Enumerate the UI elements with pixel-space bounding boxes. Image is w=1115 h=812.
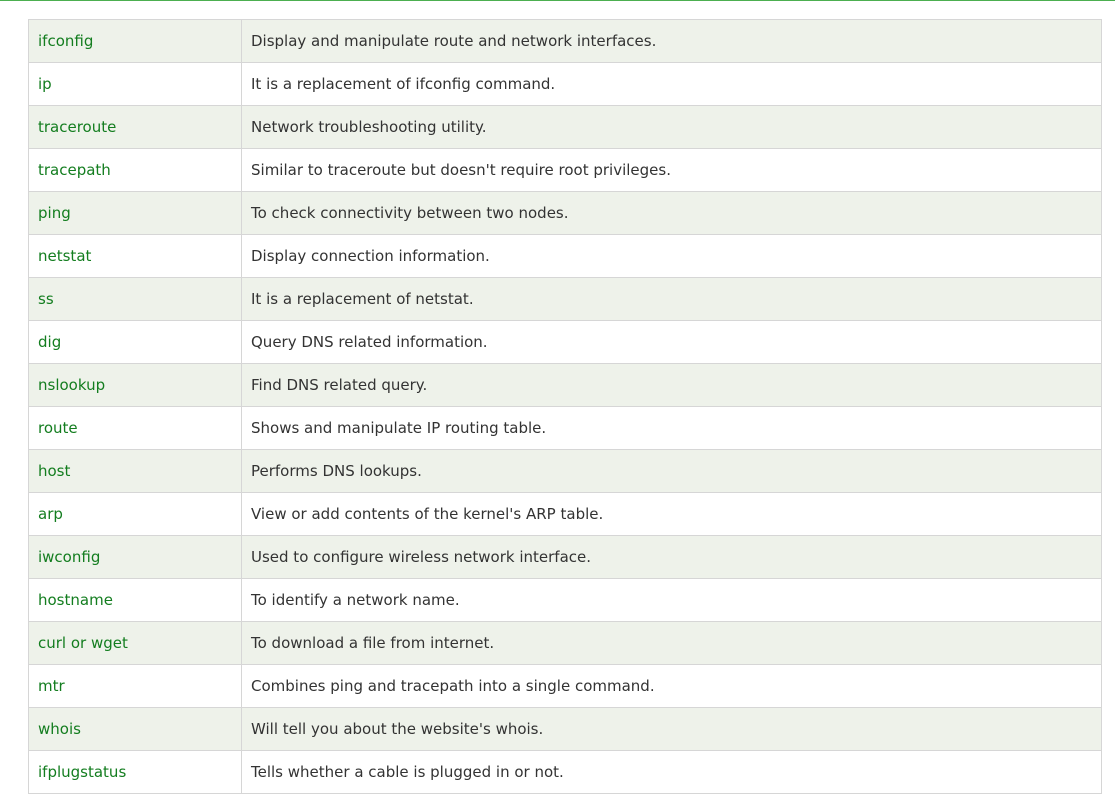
- command-cell: host: [28, 449, 242, 493]
- command-cell: nslookup: [28, 363, 242, 407]
- description-cell: Tells whether a cable is plugged in or n…: [241, 750, 1102, 794]
- description-cell: Combines ping and tracepath into a singl…: [241, 664, 1102, 708]
- command-cell: arp: [28, 492, 242, 536]
- table-row: hostname To identify a network name.: [28, 578, 1102, 622]
- description-cell: Used to configure wireless network inter…: [241, 535, 1102, 579]
- description-cell: It is a replacement of netstat.: [241, 277, 1102, 321]
- command-cell: hostname: [28, 578, 242, 622]
- description-cell: To download a file from internet.: [241, 621, 1102, 665]
- command-cell: iwconfig: [28, 535, 242, 579]
- description-cell: To check connectivity between two nodes.: [241, 191, 1102, 235]
- table-row: dig Query DNS related information.: [28, 320, 1102, 364]
- description-cell: It is a replacement of ifconfig command.: [241, 62, 1102, 106]
- description-cell: Query DNS related information.: [241, 320, 1102, 364]
- description-cell: Similar to traceroute but doesn't requir…: [241, 148, 1102, 192]
- description-cell: View or add contents of the kernel's ARP…: [241, 492, 1102, 536]
- table-row: route Shows and manipulate IP routing tab…: [28, 406, 1102, 450]
- table-row: ip It is a replacement of ifconfig comman…: [28, 62, 1102, 106]
- command-cell: tracepath: [28, 148, 242, 192]
- table-row: host Performs DNS lookups.: [28, 449, 1102, 493]
- command-cell: netstat: [28, 234, 242, 278]
- table-row: ping To check connectivity between two no…: [28, 191, 1102, 235]
- command-table-container: ifconfig Display and manipulate route and…: [28, 19, 1102, 794]
- table-row: netstat Display connection information.: [28, 234, 1102, 278]
- table-row: tracepath Similar to traceroute but doesn…: [28, 148, 1102, 192]
- command-cell: ifconfig: [28, 19, 242, 63]
- command-cell: curl or wget: [28, 621, 242, 665]
- command-cell: ping: [28, 191, 242, 235]
- command-cell: route: [28, 406, 242, 450]
- command-cell: whois: [28, 707, 242, 751]
- command-cell: dig: [28, 320, 242, 364]
- network-commands-table: ifconfig Display and manipulate route and…: [28, 19, 1102, 794]
- table-row: traceroute Network troubleshooting utilit…: [28, 105, 1102, 149]
- table-body: ifconfig Display and manipulate route and…: [28, 19, 1102, 794]
- command-cell: traceroute: [28, 105, 242, 149]
- description-cell: Shows and manipulate IP routing table.: [241, 406, 1102, 450]
- command-cell: mtr: [28, 664, 242, 708]
- description-cell: Network troubleshooting utility.: [241, 105, 1102, 149]
- table-row: arp View or add contents of the kernel's …: [28, 492, 1102, 536]
- table-row: ss It is a replacement of netstat.: [28, 277, 1102, 321]
- table-row: whois Will tell you about the website's w…: [28, 707, 1102, 751]
- command-cell: ifplugstatus: [28, 750, 242, 794]
- table-row: mtr Combines ping and tracepath into a si…: [28, 664, 1102, 708]
- description-cell: Find DNS related query.: [241, 363, 1102, 407]
- top-accent-rule: [0, 0, 1115, 1]
- table-row: iwconfig Used to configure wireless netwo…: [28, 535, 1102, 579]
- command-cell: ss: [28, 277, 242, 321]
- table-row: ifconfig Display and manipulate route and…: [28, 19, 1102, 63]
- description-cell: Will tell you about the website's whois.: [241, 707, 1102, 751]
- description-cell: Display connection information.: [241, 234, 1102, 278]
- table-row: nslookup Find DNS related query.: [28, 363, 1102, 407]
- description-cell: Display and manipulate route and network…: [241, 19, 1102, 63]
- table-row: ifplugstatus Tells whether a cable is plu…: [28, 750, 1102, 794]
- description-cell: Performs DNS lookups.: [241, 449, 1102, 493]
- table-row: curl or wget To download a file from inte…: [28, 621, 1102, 665]
- description-cell: To identify a network name.: [241, 578, 1102, 622]
- command-cell: ip: [28, 62, 242, 106]
